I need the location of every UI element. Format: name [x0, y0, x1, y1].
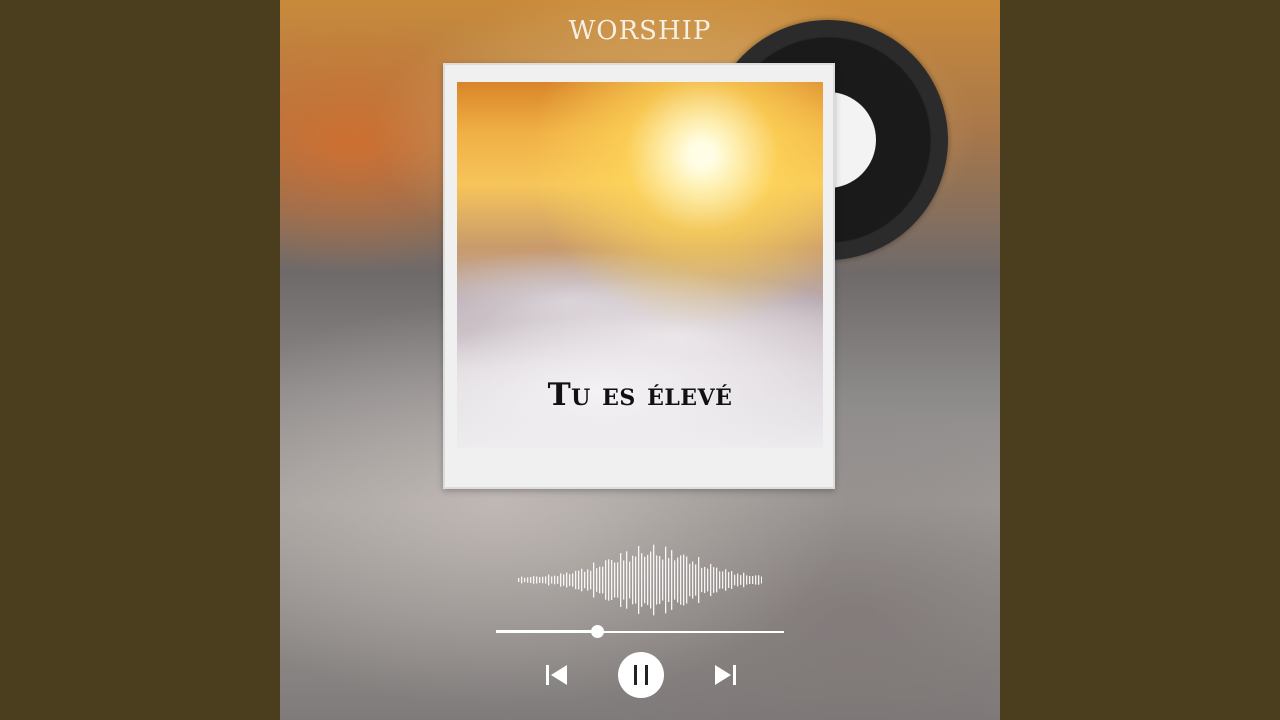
waveform-bar [533, 576, 535, 584]
waveform-bar [566, 572, 568, 588]
waveform-icon [518, 544, 762, 616]
waveform-bar [605, 560, 607, 600]
album-cover: WORSHIP Tu es élevé [280, 0, 1000, 720]
song-title: Tu es élevé [547, 377, 733, 413]
waveform-bar [536, 576, 538, 584]
waveform-bar [734, 574, 736, 586]
waveform-bar [572, 573, 574, 587]
waveform-bar [563, 574, 565, 586]
waveform-bar [620, 553, 622, 607]
waveform-bar [578, 570, 580, 590]
waveform-bar [581, 568, 583, 592]
progress-fill [496, 630, 597, 633]
waveform-bar [557, 576, 559, 584]
skip-previous-icon [546, 665, 567, 685]
waveform-bar [761, 576, 762, 584]
waveform-bar [692, 561, 694, 599]
waveform-bar [617, 562, 619, 598]
waveform-bar [527, 577, 529, 583]
waveform-bar [713, 567, 715, 593]
sky-photo: Tu es élevé [457, 82, 823, 448]
waveform-bar [560, 573, 562, 587]
waveform-bar [521, 576, 523, 584]
waveform-bar [545, 576, 547, 584]
waveform-bar [731, 571, 733, 589]
pause-button[interactable] [618, 652, 664, 698]
waveform-bar [758, 575, 760, 585]
waveform-bar [746, 575, 748, 585]
waveform-bar [725, 569, 727, 591]
waveform-bar [575, 570, 577, 590]
waveform-bar [701, 567, 703, 593]
skip-next-icon [715, 665, 736, 685]
waveform-bar [677, 557, 679, 603]
waveform-bar [695, 564, 697, 596]
waveform-bar [656, 555, 658, 605]
waveform-bar [668, 557, 670, 603]
previous-button[interactable] [545, 664, 569, 686]
waveform-bar [599, 566, 601, 594]
waveform-bar [602, 566, 604, 594]
waveform-bar [728, 572, 730, 588]
waveform-bar [704, 566, 706, 594]
waveform-bar [653, 544, 655, 616]
waveform-bar [608, 559, 610, 601]
waveform-bar [623, 560, 625, 600]
waveform-bar [554, 575, 556, 585]
waveform-bar [587, 569, 589, 591]
waveform-bar [752, 576, 754, 584]
waveform-bar [722, 571, 724, 589]
waveform-bar [659, 556, 661, 604]
waveform-bar [638, 546, 640, 614]
waveform-bar [590, 570, 592, 590]
waveform-bar [737, 573, 739, 587]
playback-controls [280, 652, 1000, 698]
waveform-bar [542, 576, 544, 584]
waveform-bar [584, 571, 586, 589]
waveform-bar [749, 576, 751, 584]
progress-track[interactable] [496, 625, 784, 638]
waveform-bar [716, 567, 718, 593]
waveform-bar [539, 577, 541, 583]
waveform-bar [740, 575, 742, 585]
next-button[interactable] [713, 664, 737, 686]
waveform-bar [596, 568, 598, 592]
waveform-bar [569, 574, 571, 586]
waveform-bar [524, 577, 526, 583]
waveform-bar [665, 546, 667, 614]
waveform-bar [551, 576, 553, 584]
waveform-bar [626, 551, 628, 609]
waveform-bar [629, 561, 631, 599]
pause-icon [634, 665, 637, 685]
waveform-bar [647, 554, 649, 606]
waveform-bar [710, 563, 712, 597]
waveform-bar [632, 555, 634, 605]
waveform-bar [686, 556, 688, 604]
waveform-bar [689, 563, 691, 597]
waveform-bar [548, 574, 550, 586]
waveform-bar [593, 562, 595, 598]
progress-knob[interactable] [590, 625, 604, 638]
waveform-bar [662, 559, 664, 601]
waveform-bar [683, 554, 685, 606]
waveform-bar [698, 557, 700, 603]
waveform-bar [644, 556, 646, 604]
waveform-bar [530, 577, 532, 583]
waveform-bar [614, 562, 616, 598]
waveform-bar [671, 550, 673, 610]
waveform-bar [743, 572, 745, 588]
waveform-bar [650, 551, 652, 609]
waveform-bar [680, 555, 682, 605]
waveform-bar [755, 575, 757, 585]
waveform-bar [641, 553, 643, 607]
waveform-bar [674, 560, 676, 600]
waveform-bar [518, 578, 520, 582]
waveform-bar [635, 556, 637, 604]
pause-icon-bar [645, 665, 648, 685]
waveform-bar [719, 571, 721, 589]
polaroid-frame: Tu es élevé [443, 63, 835, 489]
waveform-bar [611, 560, 613, 600]
waveform-bar [707, 568, 709, 592]
